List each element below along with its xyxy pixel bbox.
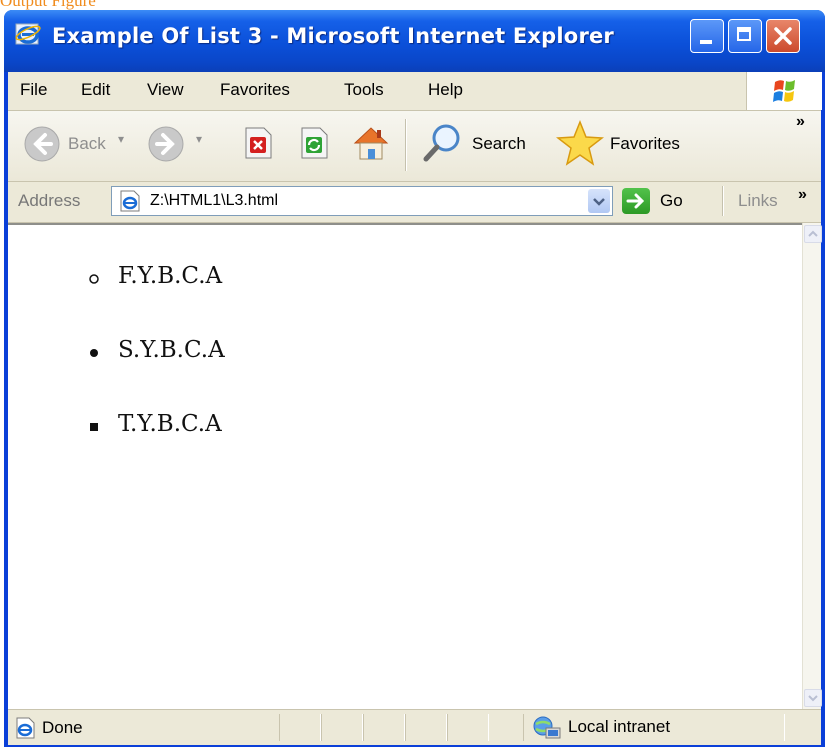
favorites-star-icon [556,119,604,166]
list-item: S.Y.B.C.A [90,337,225,363]
status-panel [405,714,447,741]
status-panel [447,714,489,741]
links-overflow-icon[interactable]: » [798,186,807,204]
close-button[interactable] [766,19,800,53]
zone-panel: Local intranet [523,714,785,741]
scroll-up-icon [808,230,818,237]
zone-label: Local intranet [568,717,671,736]
windows-logo-icon [773,80,795,102]
list-item-text: F.Y.B.C.A [118,263,223,289]
minimize-button[interactable] [690,19,724,53]
title-bar[interactable]: Example Of List 3 - Microsoft Internet E… [4,10,825,72]
page-caption: Output Figure [0,0,827,10]
vertical-scrollbar[interactable] [802,223,822,709]
scroll-down-icon [808,695,818,702]
forward-button[interactable]: ▾ [146,121,226,167]
stop-button[interactable] [240,125,276,161]
standard-toolbar: Back ▾ ▾ Search Favorites » [8,111,821,182]
status-bar: Done Local intranet [8,709,821,745]
local-intranet-icon [533,716,561,739]
favorites-button[interactable]: Favorites [556,119,716,169]
forward-dropdown-icon: ▾ [196,132,203,146]
status-text: Done [42,718,83,737]
toolbar-separator [405,119,407,171]
status-panel [279,714,321,741]
disc-bullet-icon [90,349,98,357]
page-icon [120,190,140,212]
list-item-text: S.Y.B.C.A [118,337,225,363]
status-panel [363,714,405,741]
scroll-up-button[interactable] [804,225,822,243]
close-icon [774,27,792,45]
toolbar-overflow-icon[interactable]: » [796,113,805,131]
stop-icon [245,127,272,159]
list-item: F.Y.B.C.A [89,263,223,289]
address-dropdown-button[interactable] [588,189,610,213]
status-ie-icon [16,717,35,739]
go-label[interactable]: Go [660,191,683,211]
menu-file[interactable]: File [20,80,47,100]
circle-bullet-icon [89,274,99,284]
list-item: T.Y.B.C.A [90,411,222,437]
menu-bar: File Edit View Favorites Tools Help [8,72,822,111]
menu-edit[interactable]: Edit [81,80,110,100]
caption-text: Output Figure [0,0,96,10]
square-bullet-icon [90,423,98,431]
refresh-icon [301,127,328,159]
page-content: F.Y.B.C.A S.Y.B.C.A T.Y.B.C.A [8,223,803,709]
address-label: Address [18,191,81,210]
back-icon [24,126,60,162]
home-icon [353,127,389,160]
address-separator [722,186,724,216]
chevron-down-icon [593,198,605,206]
refresh-button[interactable] [296,125,332,161]
windows-logo [746,72,822,110]
browser-frame: File Edit View Favorites Tools Help Back… [8,72,822,745]
status-panel [321,714,363,741]
menu-help[interactable]: Help [428,80,463,100]
address-bar: Address Z:\HTML1\L3.html Go Links » [8,182,821,223]
scroll-down-button[interactable] [804,689,822,707]
search-icon [423,124,460,162]
list-item-text: T.Y.B.C.A [118,411,222,437]
home-button[interactable] [349,121,393,165]
menu-view[interactable]: View [147,80,184,100]
search-button[interactable]: Search [420,121,548,167]
maximize-button[interactable] [728,19,762,53]
ie-logo-icon [15,23,41,45]
favorites-label: Favorites [610,134,680,153]
back-button[interactable]: Back ▾ [22,121,134,167]
back-label: Back [68,134,106,153]
search-label: Search [472,134,526,153]
address-input[interactable]: Z:\HTML1\L3.html [111,186,613,216]
browser-window: Example Of List 3 - Microsoft Internet E… [4,10,825,747]
menu-favorites[interactable]: Favorites [220,80,290,100]
forward-icon [148,126,184,162]
menu-tools[interactable]: Tools [344,80,384,100]
address-url: Z:\HTML1\L3.html [150,192,279,209]
back-dropdown-icon: ▾ [118,132,125,146]
go-button[interactable] [622,188,650,214]
go-arrow-icon [626,193,645,209]
window-title: Example Of List 3 - Microsoft Internet E… [52,24,614,48]
links-label[interactable]: Links [738,191,778,211]
